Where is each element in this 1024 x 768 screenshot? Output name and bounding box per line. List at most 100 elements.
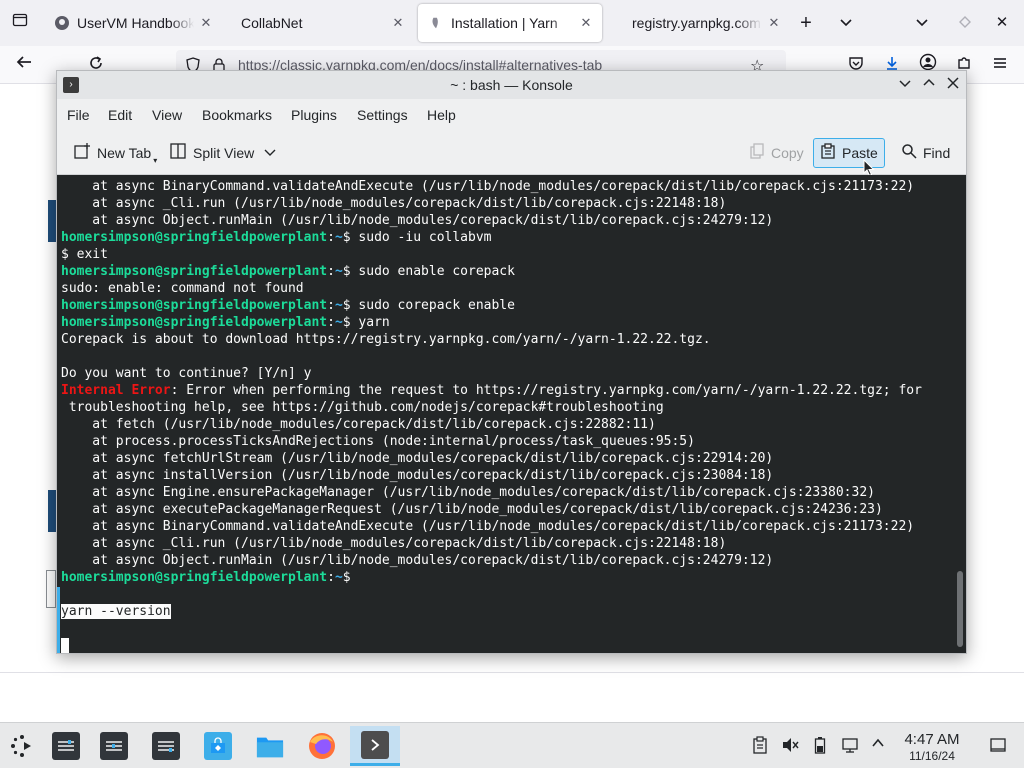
terminal-scrollbar[interactable]	[957, 571, 963, 647]
prompt-colon: :	[327, 264, 335, 279]
list-all-tabs-icon[interactable]	[834, 11, 858, 35]
browser-tab-registry-yarnpkg[interactable]: registry.yarnpkg.com ✕	[606, 4, 790, 42]
taskbar-firefox[interactable]	[300, 726, 344, 766]
new-tab-button[interactable]: New Tab ▾	[67, 138, 163, 168]
terminal-line: Corepack is about to download https://re…	[61, 332, 711, 347]
browser-tab-uservm-handbook[interactable]: UserVM Handbook ✕	[44, 4, 222, 42]
prompt-user: homersimpson@springfieldpowerplant	[61, 315, 328, 330]
terminal-line	[61, 637, 956, 653]
terminal-line: Internal Error: Error when performing th…	[61, 382, 956, 399]
taskbar-terminal-2[interactable]	[92, 726, 136, 766]
maximize-icon[interactable]	[953, 11, 977, 35]
prompt-symbol: $	[342, 298, 359, 313]
selected-text[interactable]: yarn --version	[61, 604, 171, 619]
browser-tab-bar: UserVM Handbook ✕ CollabNet ✕ Installati…	[0, 0, 1024, 46]
terminal-line: at async _Cli.run (/usr/lib/node_modules…	[61, 196, 727, 211]
close-icon[interactable]: ✕	[762, 15, 786, 31]
prompt-symbol: $	[342, 230, 359, 245]
konsole-icon	[152, 732, 180, 760]
menu-plugins[interactable]: Plugins	[291, 107, 337, 123]
prompt-colon: :	[327, 230, 335, 245]
copy-button[interactable]: Copy	[743, 138, 810, 168]
folder-icon	[256, 732, 284, 760]
new-tab-icon	[73, 142, 91, 164]
clock-date[interactable]: 11/16/24	[892, 749, 972, 763]
konsole-toolbar: New Tab ▾ Split View Copy Paste Find	[57, 131, 966, 177]
page-content-block	[46, 570, 56, 608]
terminal-line: at async Object.runMain (/usr/lib/node_m…	[61, 553, 774, 568]
close-icon[interactable]: ✕	[574, 15, 598, 31]
menu-settings[interactable]: Settings	[357, 107, 408, 123]
minimize-icon[interactable]	[910, 11, 934, 35]
terminal-line: homersimpson@springfieldpowerplant:~$ su…	[61, 263, 956, 280]
terminal-line: at async installVersion (/usr/lib/node_m…	[61, 468, 774, 483]
clock-time[interactable]: 4:47 AM	[892, 731, 972, 748]
close-icon[interactable]: ✕	[194, 15, 218, 31]
terminal-app-icon	[361, 730, 389, 759]
hamburger-menu-icon[interactable]	[988, 53, 1012, 77]
new-tab-button[interactable]: +	[794, 11, 818, 35]
split-view-button[interactable]: Split View	[163, 138, 282, 168]
back-icon[interactable]	[12, 53, 36, 77]
konsole-titlebar[interactable]: › ~ : bash — Konsole	[57, 71, 966, 99]
copy-label: Copy	[771, 145, 804, 161]
terminal-output: at async BinaryCommand.validateAndExecut…	[61, 178, 956, 653]
taskbar-file-manager[interactable]	[248, 726, 292, 766]
terminal-view[interactable]: at async BinaryCommand.validateAndExecut…	[57, 175, 966, 653]
terminal-line: yarn --version	[61, 603, 956, 620]
maximize-icon[interactable]	[919, 75, 939, 95]
page-content-block	[48, 200, 56, 242]
chevron-down-icon[interactable]	[264, 145, 276, 161]
taskbar-discover[interactable]	[196, 726, 240, 766]
browser-tab-installation-yarn[interactable]: Installation | Yarn ✕	[418, 4, 602, 42]
show-desktop-icon[interactable]	[988, 736, 1008, 756]
taskbar-terminal-3[interactable]	[144, 726, 188, 766]
prompt-symbol: $	[342, 315, 359, 330]
terminal-line: at async Engine.ensurePackageManager (/u…	[61, 485, 875, 500]
prompt-symbol: $	[342, 264, 359, 279]
terminal-line: at async Object.runMain (/usr/lib/node_m…	[61, 213, 774, 228]
clipboard-icon[interactable]	[750, 736, 770, 756]
prompt-path: ~	[334, 315, 343, 330]
terminal-line: $ exit	[61, 247, 108, 262]
window-title: ~ : bash — Konsole	[450, 77, 573, 93]
konsole-icon	[100, 732, 128, 760]
taskbar-terminal-1[interactable]	[44, 726, 88, 766]
dropdown-arrow-icon: ▾	[153, 155, 158, 165]
minimize-icon[interactable]	[895, 75, 915, 95]
volume-muted-icon[interactable]	[780, 736, 800, 756]
menu-bookmarks[interactable]: Bookmarks	[202, 107, 272, 123]
konsole-window: › ~ : bash — Konsole File Edit View Book…	[56, 70, 967, 654]
prompt-colon: :	[327, 570, 335, 585]
command-text: yarn	[358, 315, 390, 330]
terminal-line: at async BinaryCommand.validateAndExecut…	[61, 519, 915, 534]
battery-icon[interactable]	[810, 736, 830, 756]
browser-tab-title: CollabNet	[241, 15, 303, 31]
menu-view[interactable]: View	[152, 107, 182, 123]
menu-help[interactable]: Help	[427, 107, 456, 123]
prompt-path: ~	[334, 264, 343, 279]
tab-overview-icon[interactable]	[8, 12, 32, 34]
prompt-user: homersimpson@springfieldpowerplant	[61, 570, 328, 585]
terminal-line: homersimpson@springfieldpowerplant:~$ ya…	[61, 314, 956, 331]
split-view-label: Split View	[193, 145, 255, 161]
find-button[interactable]: Find	[895, 138, 956, 168]
application-launcher-icon[interactable]	[0, 726, 44, 766]
terminal-line: at process.processTicksAndRejections (no…	[61, 434, 695, 449]
browser-tab-collabnet[interactable]: CollabNet ✕	[222, 4, 414, 42]
menu-edit[interactable]: Edit	[108, 107, 132, 123]
terminal-line: troubleshooting help, see https://github…	[61, 400, 664, 415]
chevron-up-icon[interactable]	[868, 736, 888, 756]
close-icon[interactable]	[943, 75, 963, 95]
terminal-line: at async executePackageManagerRequest (/…	[61, 502, 883, 517]
error-message: : Error when performing the request to h…	[170, 383, 922, 398]
network-icon[interactable]	[840, 736, 860, 756]
prompt-user: homersimpson@springfieldpowerplant	[61, 264, 328, 279]
close-icon[interactable]: ✕	[386, 15, 410, 31]
taskbar-konsole-active[interactable]	[350, 726, 400, 766]
menu-file[interactable]: File	[67, 107, 90, 123]
close-window-icon[interactable]: ✕	[990, 11, 1014, 35]
